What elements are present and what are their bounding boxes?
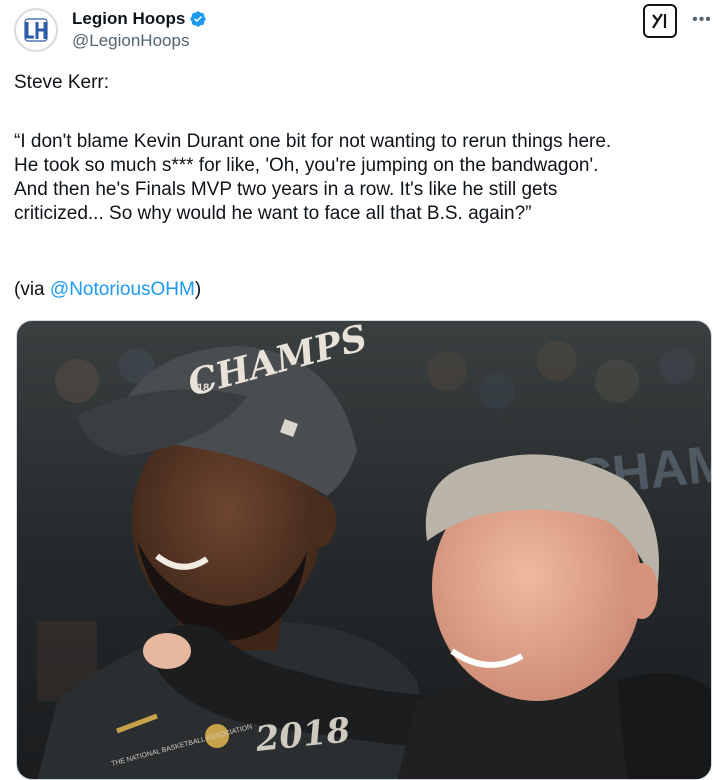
tweet-text-quote: “I don't blame Kevin Durant one bit for … <box>14 131 612 224</box>
grok-button[interactable] <box>643 4 677 38</box>
author-handle[interactable]: @LegionHoops <box>72 31 207 51</box>
tweet-text-via: (via @NotoriousOHM) <box>14 278 714 302</box>
cap-year: 18 <box>197 382 209 394</box>
grok-icon <box>652 13 667 29</box>
tweet-header: Legion Hoops @LegionHoops <box>14 6 207 54</box>
tweet-card: Legion Hoops @LegionHoops ••• Steve Kerr… <box>0 0 720 780</box>
display-name-row: Legion Hoops <box>72 9 207 29</box>
verified-badge-icon <box>190 11 207 27</box>
photo-illustration: CHAMPION CHAMPS 18 2018 THE NATIONAL BAS… <box>17 321 711 779</box>
via-prefix: (via <box>14 279 50 300</box>
avatar[interactable] <box>14 8 58 52</box>
legion-hoops-logo-icon <box>20 14 52 46</box>
more-options-icon[interactable]: ••• <box>690 10 714 30</box>
via-suffix: ) <box>194 279 202 300</box>
tweet-text-intro: Steve Kerr: <box>14 72 110 93</box>
mention-link[interactable]: @NotoriousOHM <box>50 279 195 300</box>
author-names: Legion Hoops @LegionHoops <box>72 9 207 52</box>
author-display-name[interactable]: Legion Hoops <box>72 9 185 29</box>
tweet-photo[interactable]: CHAMPION CHAMPS 18 2018 THE NATIONAL BAS… <box>16 320 712 780</box>
